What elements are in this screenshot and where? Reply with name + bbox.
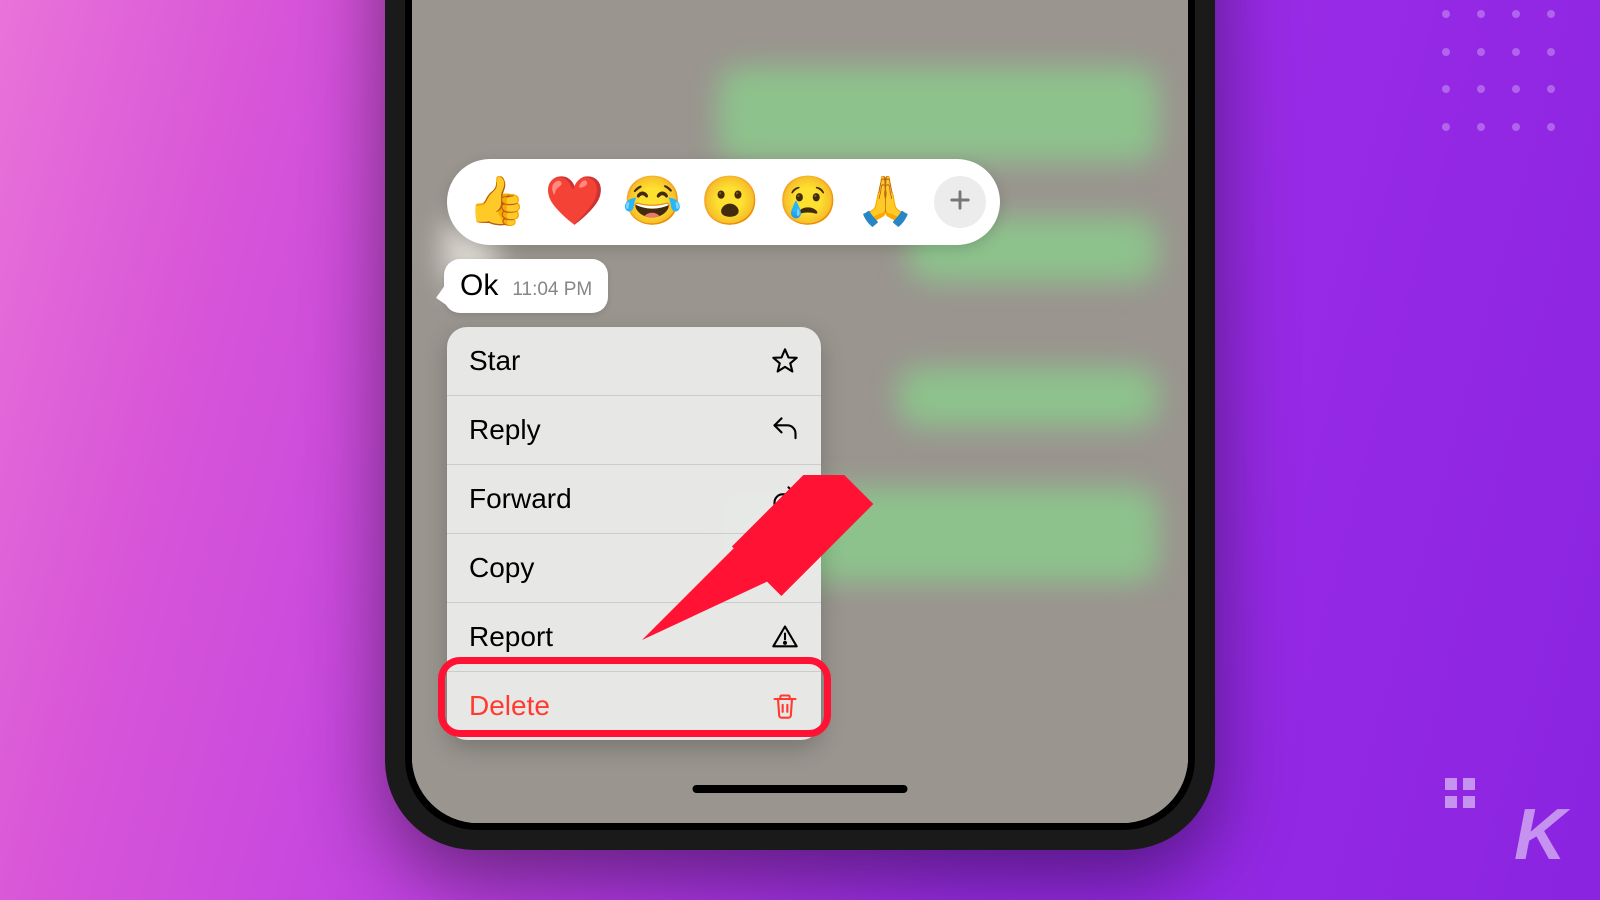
menu-label: Report bbox=[469, 621, 553, 653]
watermark-dots bbox=[1445, 778, 1475, 808]
decorative-dot-grid bbox=[1442, 10, 1562, 140]
phone-bezel: 👍 ❤️ 😂 😮 😢 🙏 Ok 11:04 PM bbox=[405, 0, 1195, 830]
phone-screen: 👍 ❤️ 😂 😮 😢 🙏 Ok 11:04 PM bbox=[412, 0, 1188, 823]
menu-item-copy[interactable]: Copy bbox=[447, 534, 821, 603]
home-indicator[interactable] bbox=[693, 785, 908, 793]
reaction-laugh[interactable]: 😂 bbox=[623, 178, 683, 226]
forward-icon bbox=[771, 485, 799, 513]
reply-icon bbox=[771, 416, 799, 444]
reaction-pray[interactable]: 🙏 bbox=[856, 178, 916, 226]
message-text: Ok bbox=[460, 269, 498, 303]
blurred-outgoing-message bbox=[898, 367, 1158, 427]
warning-icon bbox=[771, 623, 799, 651]
copy-icon bbox=[771, 554, 799, 582]
menu-label: Forward bbox=[469, 483, 572, 515]
star-icon bbox=[771, 347, 799, 375]
blurred-outgoing-message bbox=[718, 67, 1158, 162]
watermark-logo: K bbox=[1514, 794, 1564, 876]
menu-item-reply[interactable]: Reply bbox=[447, 396, 821, 465]
message-timestamp: 11:04 PM bbox=[512, 279, 592, 301]
message-context-menu: Star Reply Forward bbox=[447, 327, 821, 740]
menu-item-report[interactable]: Report bbox=[447, 603, 821, 672]
reaction-heart[interactable]: ❤️ bbox=[545, 178, 605, 226]
reaction-thumbs-up[interactable]: 👍 bbox=[467, 178, 527, 226]
trash-icon bbox=[771, 692, 799, 720]
menu-item-forward[interactable]: Forward bbox=[447, 465, 821, 534]
menu-label: Delete bbox=[469, 690, 550, 722]
phone-frame: 👍 ❤️ 😂 😮 😢 🙏 Ok 11:04 PM bbox=[385, 0, 1215, 850]
reaction-picker: 👍 ❤️ 😂 😮 😢 🙏 bbox=[447, 159, 1000, 245]
menu-label: Copy bbox=[469, 552, 534, 584]
reaction-sad[interactable]: 😢 bbox=[778, 178, 838, 226]
plus-icon bbox=[946, 186, 974, 219]
menu-item-delete[interactable]: Delete bbox=[447, 672, 821, 740]
menu-label: Star bbox=[469, 345, 520, 377]
reaction-more-button[interactable] bbox=[934, 176, 986, 228]
menu-item-star[interactable]: Star bbox=[447, 327, 821, 396]
menu-label: Reply bbox=[469, 414, 541, 446]
reaction-wow[interactable]: 😮 bbox=[700, 178, 760, 226]
incoming-message-bubble[interactable]: Ok 11:04 PM bbox=[444, 259, 608, 313]
